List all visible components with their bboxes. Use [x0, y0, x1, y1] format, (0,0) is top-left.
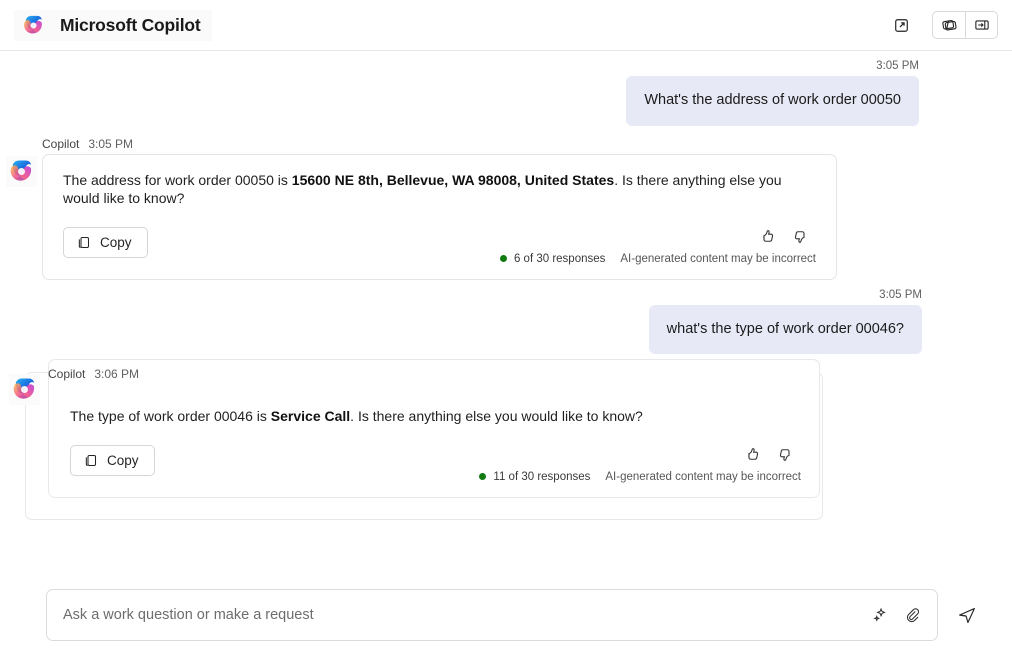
copilot-avatar-icon [9, 374, 40, 406]
message-assistant: Copilot 3:05 PM The address for work ord… [0, 130, 1012, 280]
composer[interactable] [46, 589, 938, 641]
header-actions [888, 11, 998, 39]
user-message-bubble: what's the type of work order 00046? [648, 304, 922, 355]
message-actions: Copy [70, 444, 801, 483]
brand: Microsoft Copilot [14, 9, 213, 41]
message-timestamp: 3:05 PM [88, 136, 134, 151]
paperclip-icon[interactable] [903, 606, 921, 624]
copy-button-label: Copy [107, 452, 139, 468]
copilot-avatar-icon [6, 155, 37, 187]
chat-transcript[interactable]: 3:05 PM What's the address of work order… [0, 51, 1012, 581]
user-message-bubble: What's the address of work order 00050 [626, 76, 919, 126]
open-in-new-icon[interactable] [888, 12, 914, 38]
response-count: 11 of 30 responses [493, 470, 591, 483]
message-input[interactable] [63, 607, 871, 623]
text-segment-after: . Is there anything else you would like … [350, 408, 643, 425]
copy-button[interactable]: Copy [63, 226, 148, 258]
copy-icon [76, 235, 91, 250]
assistant-meta: Copilot 3:06 PM [0, 360, 1012, 384]
pages-icon[interactable] [933, 12, 965, 38]
thumbs-up-icon[interactable] [758, 227, 777, 246]
message-timestamp: 3:06 PM [94, 367, 140, 382]
app-title: Microsoft Copilot [60, 14, 201, 35]
thumbs-up-icon[interactable] [743, 445, 762, 464]
message-user: 3:05 PM what's the type of work order 00… [0, 280, 1012, 355]
message-timestamp: 3:05 PM [879, 288, 922, 301]
status-dot-icon [499, 255, 507, 263]
assistant-message-card: The type of work order 00046 is Service … [49, 384, 822, 498]
assistant-meta: Copilot 3:05 PM [0, 130, 1012, 154]
text-segment-before: The type of work order 00046 is [70, 408, 271, 425]
message-user: 3:05 PM What's the address of work order… [0, 51, 1012, 126]
thumbs-down-icon[interactable] [776, 445, 795, 464]
text-segment-bold: Service Call [270, 408, 351, 425]
message-disclaimer: 6 of 30 responses AI-generated content m… [499, 252, 816, 265]
app-header: Microsoft Copilot [0, 0, 1012, 51]
status-dot-icon [479, 473, 487, 481]
response-count: 6 of 30 responses [513, 252, 606, 265]
thumbs-down-icon[interactable] [791, 227, 810, 246]
text-segment-bold: 15600 NE 8th, Bellevue, WA 98008, United… [291, 171, 615, 188]
feedback-buttons [758, 227, 816, 246]
assistant-message-text: The type of work order 00046 is Service … [70, 407, 790, 426]
feedback-buttons [743, 445, 801, 464]
message-disclaimer: 11 of 30 responses AI-generated content … [479, 471, 801, 483]
header-button-group [932, 11, 998, 39]
send-icon [956, 607, 978, 629]
composer-area [0, 581, 1012, 663]
message-assistant: Copilot 3:06 PM The type of work order 0… [0, 359, 1012, 520]
sparkle-icon[interactable] [871, 606, 889, 624]
text-segment-before: The address for work order 00050 is [63, 171, 292, 188]
copilot-logo-icon [20, 12, 47, 39]
send-button[interactable] [956, 604, 978, 626]
copy-button-label: Copy [100, 234, 132, 250]
ai-disclaimer-text: AI-generated content may be incorrect [620, 252, 816, 265]
copy-icon [83, 453, 98, 468]
collapse-panel-icon[interactable] [965, 12, 997, 38]
assistant-message-text: The address for work order 00050 is 1560… [63, 171, 783, 208]
ai-disclaimer-text: AI-generated content may be incorrect [605, 470, 801, 483]
assistant-name: Copilot [48, 367, 86, 382]
copy-button[interactable]: Copy [70, 444, 155, 476]
message-actions: Copy [63, 226, 816, 265]
assistant-name: Copilot [42, 136, 80, 151]
message-timestamp: 3:05 PM [876, 60, 919, 72]
assistant-message-card: The address for work order 00050 is 1560… [42, 153, 837, 280]
